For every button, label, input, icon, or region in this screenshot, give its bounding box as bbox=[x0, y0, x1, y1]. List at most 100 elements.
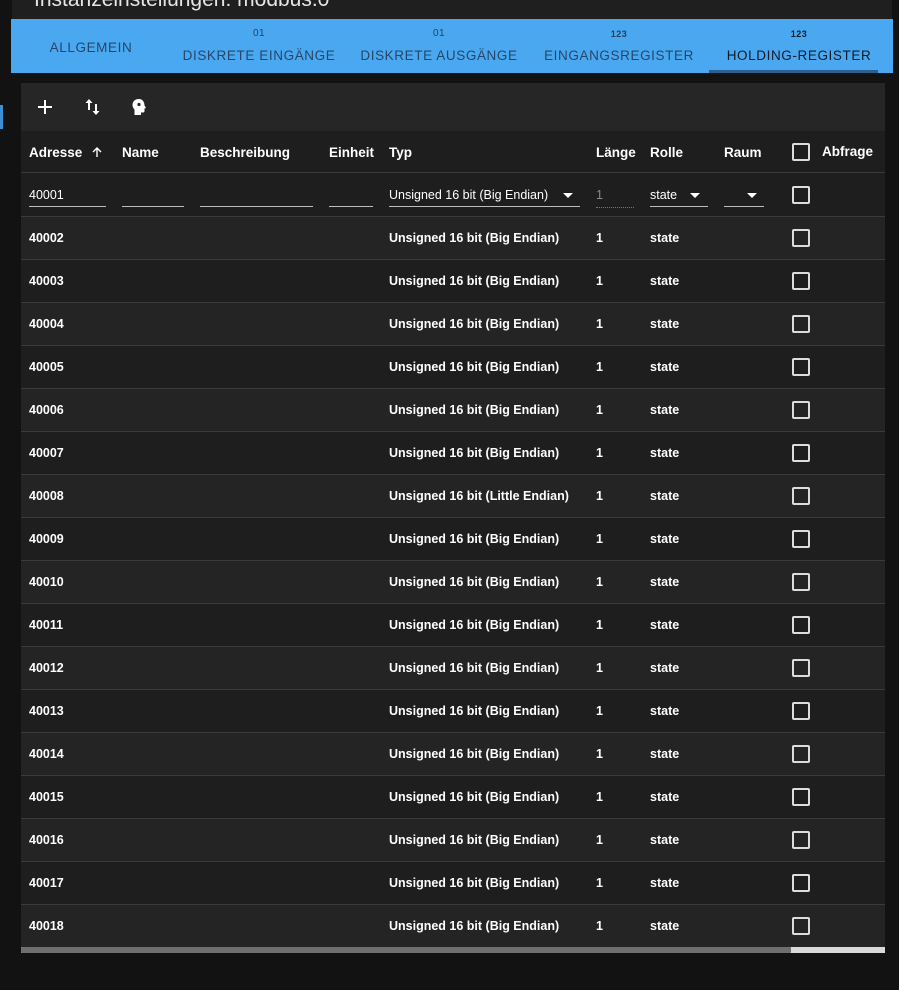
poll-checkbox[interactable] bbox=[792, 917, 810, 935]
column-header-address[interactable]: Adresse bbox=[29, 145, 103, 160]
address-cell: 40011 bbox=[29, 618, 64, 632]
table-row[interactable]: 40004 Unsigned 16 bit (Big Endian) 1 state bbox=[21, 303, 885, 346]
length-cell: 1 bbox=[596, 360, 603, 374]
role-cell: state bbox=[650, 446, 680, 460]
type-cell: Unsigned 16 bit (Big Endian) bbox=[389, 532, 560, 546]
unit-input[interactable] bbox=[329, 206, 373, 207]
poll-checkbox[interactable] bbox=[792, 444, 810, 462]
type-cell: Unsigned 16 bit (Big Endian) bbox=[389, 833, 560, 847]
table-row[interactable]: 40010 Unsigned 16 bit (Big Endian) 1 state bbox=[21, 561, 885, 604]
type-underline bbox=[389, 206, 580, 207]
length-cell: 1 bbox=[596, 403, 603, 417]
poll-checkbox[interactable] bbox=[792, 229, 810, 247]
column-header-description[interactable]: Beschreibung bbox=[200, 145, 290, 160]
column-header-type[interactable]: Typ bbox=[389, 145, 412, 160]
active-tab-indicator bbox=[709, 70, 878, 73]
column-header-room[interactable]: Raum bbox=[724, 145, 762, 160]
table-row[interactable]: 40006 Unsigned 16 bit (Big Endian) 1 state bbox=[21, 389, 885, 432]
add-row-button[interactable] bbox=[29, 91, 61, 123]
import-export-button[interactable] bbox=[77, 91, 109, 123]
type-cell: Unsigned 16 bit (Big Endian) bbox=[389, 274, 560, 288]
table-row[interactable]: 40017 Unsigned 16 bit (Big Endian) 1 state bbox=[21, 862, 885, 905]
role-select[interactable]: state bbox=[650, 188, 677, 202]
column-header-poll[interactable]: Abfrage bbox=[822, 144, 873, 159]
table-row[interactable]: 40015 Unsigned 16 bit (Big Endian) 1 state bbox=[21, 776, 885, 819]
poll-checkbox[interactable] bbox=[792, 315, 810, 333]
address-input[interactable]: 40001 bbox=[29, 188, 64, 202]
table-row[interactable]: 40016 Unsigned 16 bit (Big Endian) 1 state bbox=[21, 819, 885, 862]
table-row[interactable]: 40008 Unsigned 16 bit (Little Endian) 1 sta… bbox=[21, 475, 885, 518]
table-row[interactable]: 40002 Unsigned 16 bit (Big Endian) 1 state bbox=[21, 217, 885, 260]
tab-label: DISKRETE EINGÄNGE bbox=[182, 48, 336, 63]
length-cell: 1 bbox=[596, 876, 603, 890]
numeric-icon: 123 bbox=[790, 29, 808, 39]
column-header-length[interactable]: Länge bbox=[596, 145, 636, 160]
poll-checkbox[interactable] bbox=[792, 573, 810, 591]
tab-diskrete-ausgaenge[interactable]: 01 DISKRETE AUSGÄNGE bbox=[357, 19, 521, 73]
address-cell: 40009 bbox=[29, 532, 64, 546]
window-title: Instanzeinstellungen: modbus.0 bbox=[34, 0, 329, 12]
role-cell: state bbox=[650, 618, 680, 632]
tab-eingangsregister[interactable]: 123 EINGANGSREGISTER bbox=[539, 19, 699, 73]
tab-allgemein[interactable]: ALLGEMEIN bbox=[33, 19, 149, 73]
description-input[interactable] bbox=[200, 206, 313, 207]
length-cell: 1 bbox=[596, 704, 603, 718]
poll-checkbox[interactable] bbox=[792, 659, 810, 677]
address-cell: 40016 bbox=[29, 833, 64, 847]
type-cell: Unsigned 16 bit (Big Endian) bbox=[389, 403, 560, 417]
poll-checkbox[interactable] bbox=[792, 401, 810, 419]
table-row[interactable]: 40005 Unsigned 16 bit (Big Endian) 1 state bbox=[21, 346, 885, 389]
poll-checkbox[interactable] bbox=[792, 831, 810, 849]
poll-checkbox[interactable] bbox=[792, 788, 810, 806]
table-row[interactable]: 40014 Unsigned 16 bit (Big Endian) 1 state bbox=[21, 733, 885, 776]
column-header-role[interactable]: Rolle bbox=[650, 145, 683, 160]
poll-checkbox[interactable] bbox=[792, 272, 810, 290]
table-row[interactable]: 40007 Unsigned 16 bit (Big Endian) 1 state bbox=[21, 432, 885, 475]
poll-checkbox[interactable] bbox=[792, 616, 810, 634]
table-row[interactable]: 40013 Unsigned 16 bit (Big Endian) 1 state bbox=[21, 690, 885, 733]
horizontal-scrollbar-thumb[interactable] bbox=[21, 947, 791, 953]
table-header: Adresse Name Beschreibung Einheit Typ Lä… bbox=[21, 131, 885, 173]
address-cell: 40007 bbox=[29, 446, 64, 460]
tab-holding-register[interactable]: 123 HOLDING-REGISTER bbox=[711, 19, 887, 73]
role-cell: state bbox=[650, 661, 680, 675]
column-header-name[interactable]: Name bbox=[122, 145, 159, 160]
poll-checkbox[interactable] bbox=[792, 874, 810, 892]
chevron-down-icon bbox=[747, 193, 757, 198]
length-input[interactable]: 1 bbox=[596, 188, 603, 202]
length-cell: 1 bbox=[596, 661, 603, 675]
table-row[interactable]: 40003 Unsigned 16 bit (Big Endian) 1 state bbox=[21, 260, 885, 303]
type-cell: Unsigned 16 bit (Big Endian) bbox=[389, 704, 560, 718]
table-row[interactable]: 40018 Unsigned 16 bit (Big Endian) 1 state bbox=[21, 905, 885, 948]
poll-checkbox[interactable] bbox=[792, 358, 810, 376]
table-row[interactable]: 40012 Unsigned 16 bit (Big Endian) 1 state bbox=[21, 647, 885, 690]
role-cell: state bbox=[650, 231, 680, 245]
length-cell: 1 bbox=[596, 317, 603, 331]
address-cell: 40015 bbox=[29, 790, 64, 804]
name-input[interactable] bbox=[122, 206, 184, 207]
table-row[interactable]: 40011 Unsigned 16 bit (Big Endian) 1 state bbox=[21, 604, 885, 647]
type-cell: Unsigned 16 bit (Big Endian) bbox=[389, 446, 560, 460]
length-cell: 1 bbox=[596, 790, 603, 804]
column-header-unit[interactable]: Einheit bbox=[329, 145, 374, 160]
room-underline bbox=[724, 206, 764, 207]
table-row-edit: 40001 Unsigned 16 bit (Big Endian) 1 sta… bbox=[21, 174, 885, 217]
poll-checkbox[interactable] bbox=[792, 186, 810, 204]
address-cell: 40013 bbox=[29, 704, 64, 718]
numeric-icon: 123 bbox=[610, 29, 628, 39]
type-select[interactable]: Unsigned 16 bit (Big Endian) bbox=[389, 188, 548, 202]
poll-checkbox[interactable] bbox=[792, 530, 810, 548]
select-all-poll-checkbox[interactable] bbox=[792, 143, 810, 161]
address-cell: 40004 bbox=[29, 317, 64, 331]
chevron-down-icon bbox=[690, 193, 700, 198]
poll-checkbox[interactable] bbox=[792, 487, 810, 505]
export-csv-button[interactable] bbox=[123, 91, 155, 123]
table-row[interactable]: 40009 Unsigned 16 bit (Big Endian) 1 state bbox=[21, 518, 885, 561]
poll-checkbox[interactable] bbox=[792, 702, 810, 720]
length-cell: 1 bbox=[596, 532, 603, 546]
tab-diskrete-eingaenge[interactable]: 01 DISKRETE EINGÄNGE bbox=[177, 19, 341, 73]
type-cell: Unsigned 16 bit (Big Endian) bbox=[389, 661, 560, 675]
role-cell: state bbox=[650, 704, 680, 718]
poll-checkbox[interactable] bbox=[792, 745, 810, 763]
role-underline bbox=[650, 206, 708, 207]
